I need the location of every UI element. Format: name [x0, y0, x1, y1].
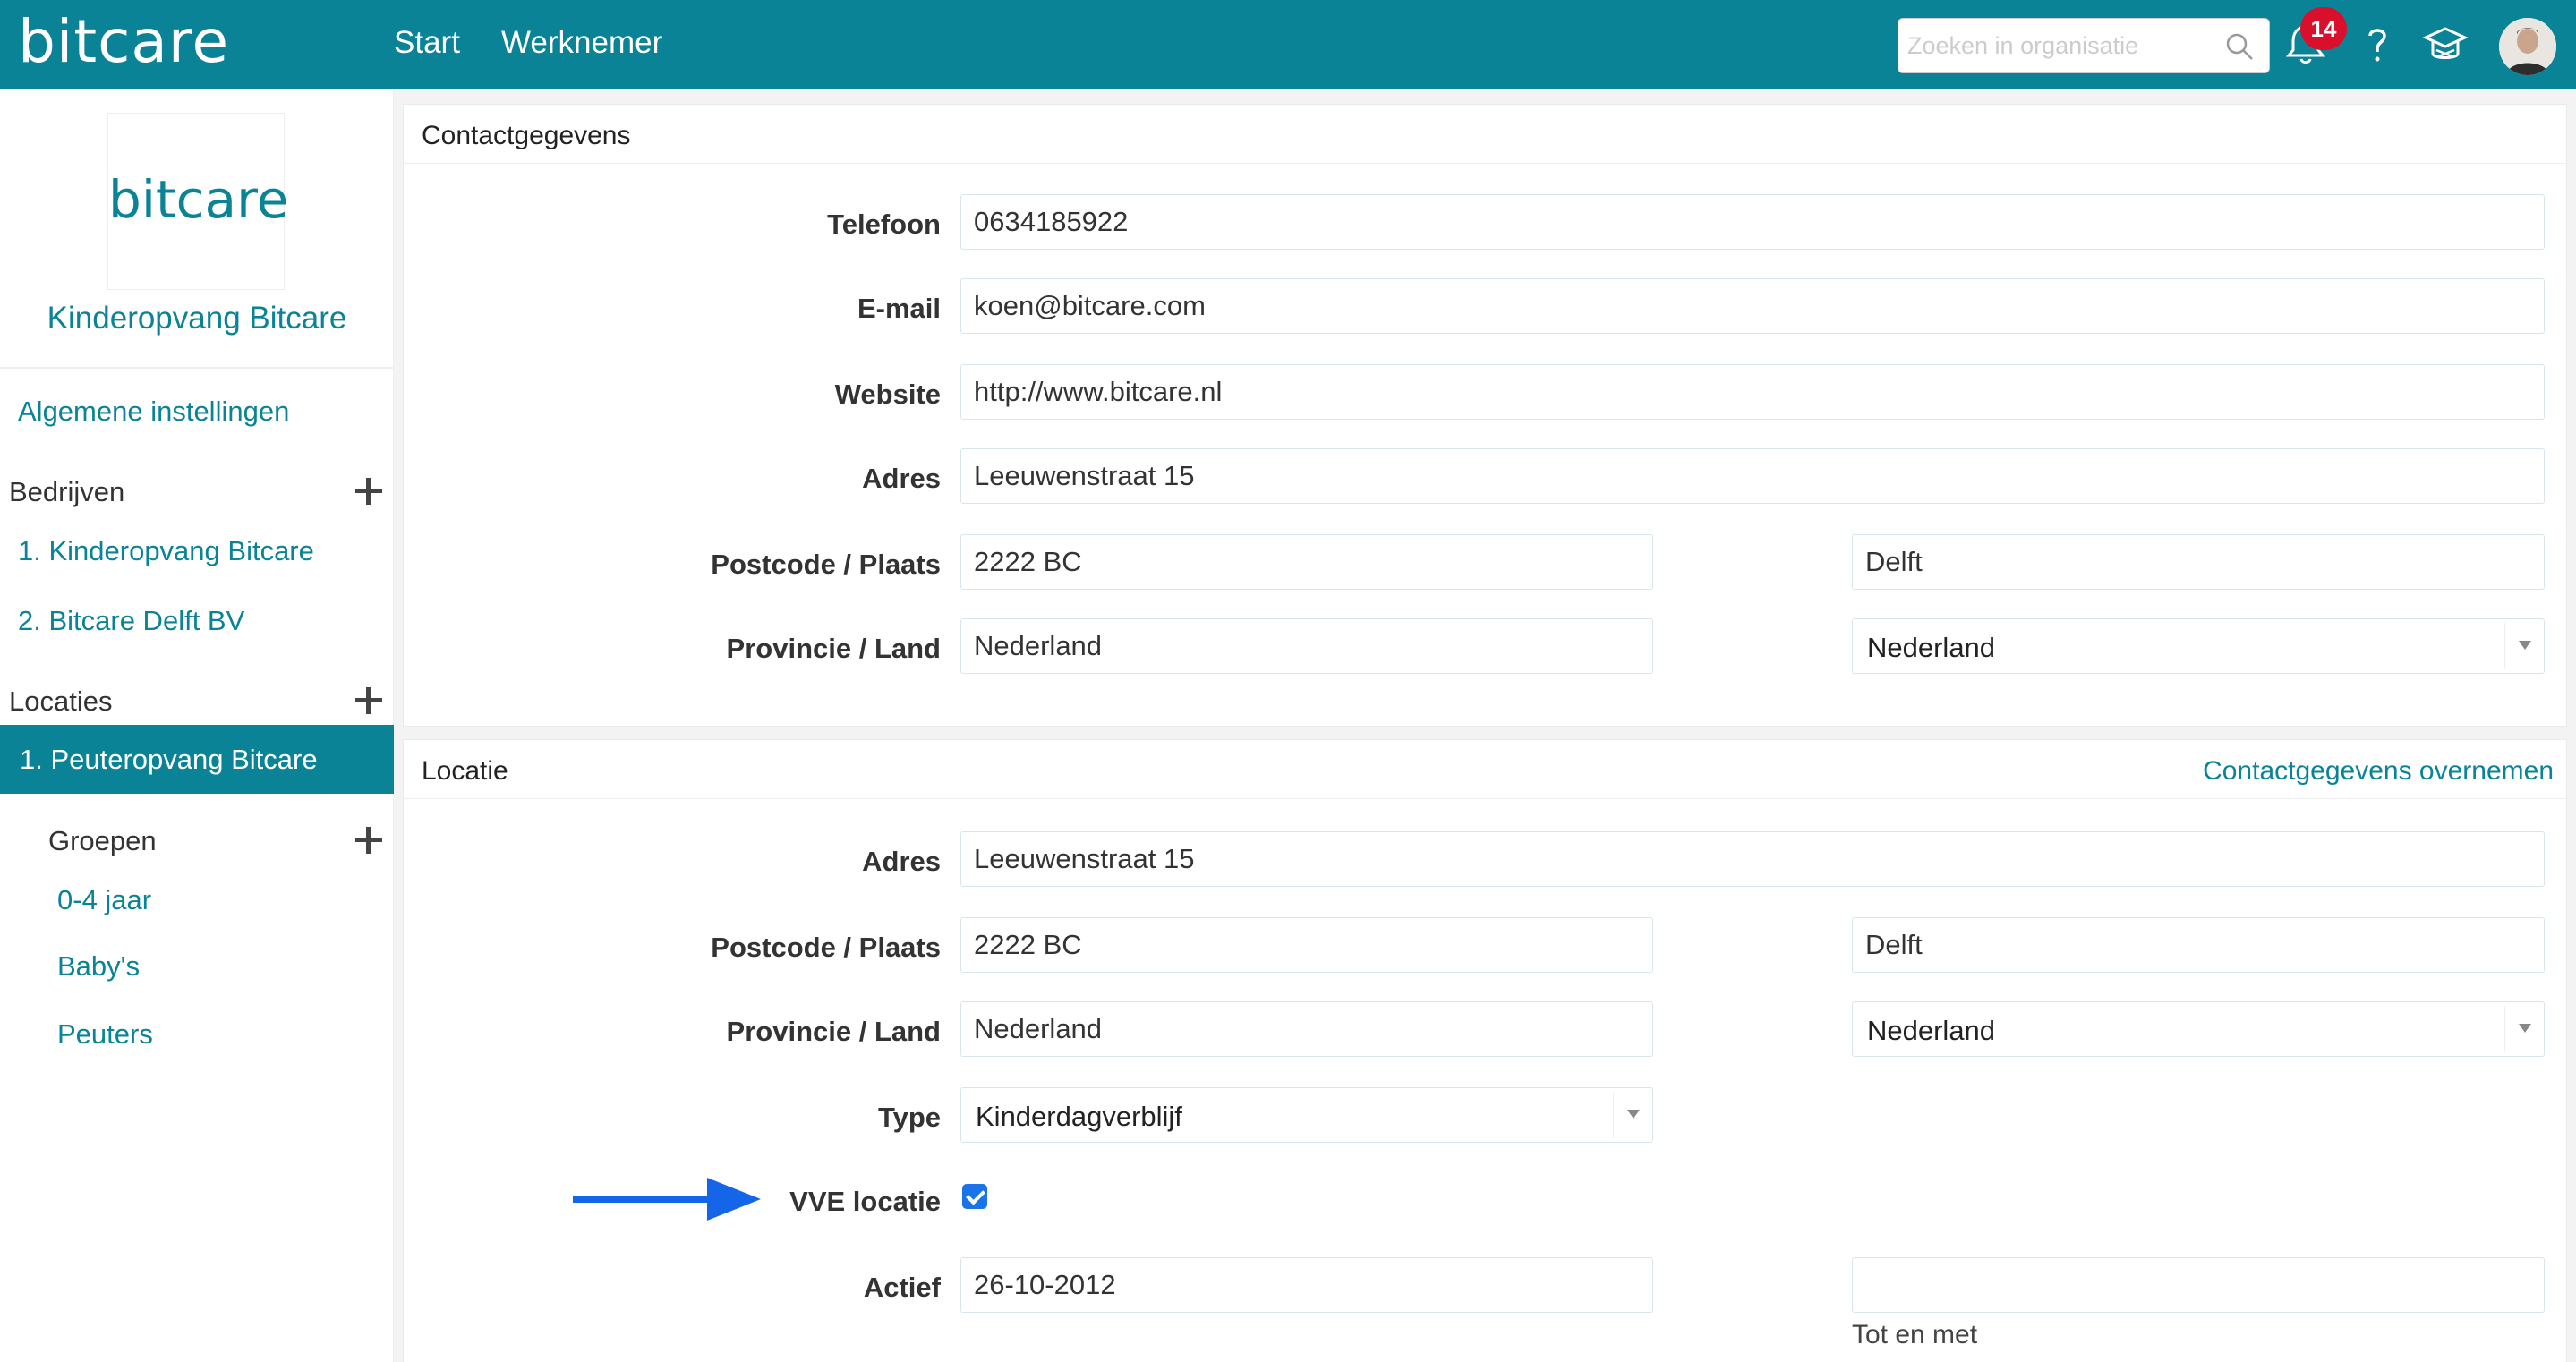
active-label: Actief — [863, 1272, 941, 1303]
phone-field — [960, 194, 2545, 250]
contact-panel-header: Contactgegevens — [404, 105, 2566, 164]
avatar-image — [2499, 18, 2556, 75]
active-to-field — [1852, 1257, 2545, 1313]
location-postcode-city-label: Postcode / Plaats — [711, 932, 941, 963]
website-input[interactable] — [974, 372, 2531, 412]
active-to-input[interactable] — [1865, 1265, 2531, 1305]
location-city-field — [1852, 917, 2545, 973]
website-label: Website — [834, 379, 941, 410]
province-field — [960, 618, 1653, 674]
location-panel-header: Locatie Contactgegevens overnemen — [404, 740, 2566, 799]
address-field — [960, 448, 2545, 504]
add-location-plus-icon[interactable] — [355, 687, 382, 714]
location-province-field — [960, 1001, 1653, 1057]
city-input[interactable] — [1865, 542, 2531, 582]
sidebar-group-1[interactable]: 0-4 jaar — [57, 884, 151, 916]
postcode-field — [960, 534, 1653, 590]
active-from-field — [960, 1257, 1653, 1313]
search-icon[interactable] — [2224, 31, 2255, 62]
sidebar-company-2[interactable]: 2. Bitcare Delft BV — [18, 605, 244, 637]
location-country-select[interactable]: Nederland — [1852, 1001, 2545, 1057]
user-avatar[interactable] — [2499, 18, 2556, 75]
copy-contact-details-link[interactable]: Contactgegevens overnemen — [2203, 756, 2554, 787]
address-input[interactable] — [974, 456, 2531, 496]
email-label: E-mail — [857, 293, 941, 324]
sidebar-general-settings[interactable]: Algemene instellingen — [18, 396, 289, 428]
nav-start[interactable]: Start — [394, 25, 460, 61]
email-input[interactable] — [974, 286, 2531, 326]
phone-label: Telefoon — [827, 209, 941, 240]
nav-werknemer[interactable]: Werknemer — [501, 25, 662, 61]
organization-name[interactable]: Kinderopvang Bitcare — [0, 301, 394, 336]
chevron-down-icon — [2504, 1006, 2544, 1052]
top-bar: bitcare Start Werknemer 14 — [0, 0, 2576, 89]
province-country-label: Provincie / Land — [726, 633, 941, 664]
country-select[interactable]: Nederland — [1852, 618, 2545, 674]
notification-badge[interactable]: 14 — [2300, 7, 2347, 50]
email-field — [960, 278, 2545, 334]
annotation-arrow-icon — [573, 1178, 761, 1221]
contact-panel: Contactgegevens Telefoon E-mail Website … — [403, 104, 2567, 727]
location-panel: Locatie Contactgegevens overnemen Adres … — [403, 739, 2567, 1362]
location-province-country-label: Provincie / Land — [726, 1016, 941, 1047]
sidebar-divider — [0, 367, 394, 369]
location-country-select-value: Nederland — [1867, 1015, 1996, 1046]
city-field — [1852, 534, 2545, 590]
active-from-input[interactable] — [974, 1265, 1640, 1305]
help-icon[interactable] — [2352, 20, 2402, 70]
graduation-cap-icon[interactable] — [2420, 20, 2470, 70]
province-input[interactable] — [974, 626, 1640, 666]
groups-heading: Groepen — [48, 825, 157, 856]
organization-logo: bitcare — [107, 113, 289, 290]
type-label: Type — [877, 1102, 941, 1133]
until-helper-text: Tot en met — [1852, 1320, 1978, 1349]
main-content: Contactgegevens Telefoon E-mail Website … — [394, 89, 2576, 1362]
type-select-value: Kinderdagverblijf — [976, 1101, 1182, 1132]
add-company-plus-icon[interactable] — [355, 478, 382, 505]
postcode-input[interactable] — [974, 542, 1640, 582]
address-label: Adres — [862, 463, 941, 494]
chevron-down-icon — [1613, 1092, 1652, 1138]
website-field — [960, 364, 2545, 420]
add-group-plus-icon[interactable] — [355, 827, 382, 854]
postcode-city-label: Postcode / Plaats — [711, 549, 941, 580]
contact-panel-title: Contactgegevens — [422, 121, 631, 150]
organization-logo-text: bitcare — [108, 169, 289, 230]
location-province-input[interactable] — [974, 1009, 1640, 1049]
vve-checkbox[interactable] — [962, 1184, 987, 1209]
location-address-field — [960, 831, 2545, 887]
sidebar-group-3[interactable]: Peuters — [57, 1018, 153, 1051]
phone-input[interactable] — [974, 202, 2531, 242]
location-address-label: Adres — [862, 846, 941, 877]
sidebar-company-1[interactable]: 1. Kinderopvang Bitcare — [18, 535, 314, 567]
search-box — [1898, 18, 2270, 73]
location-postcode-input[interactable] — [974, 925, 1640, 965]
location-postcode-field — [960, 917, 1653, 973]
search-input[interactable] — [1907, 26, 2212, 65]
location-panel-title: Locatie — [422, 756, 508, 786]
sidebar: bitcare Kinderopvang Bitcare Algemene in… — [0, 89, 394, 1362]
location-city-input[interactable] — [1865, 925, 2531, 965]
location-address-input[interactable] — [974, 839, 2531, 879]
type-select[interactable]: Kinderdagverblijf — [960, 1087, 1653, 1143]
country-select-value: Nederland — [1867, 632, 1996, 663]
sidebar-group-2[interactable]: Baby's — [57, 950, 140, 983]
sidebar-location-active[interactable]: 1. Peuteropvang Bitcare — [0, 725, 394, 794]
app-logo[interactable]: bitcare — [18, 7, 229, 76]
chevron-down-icon — [2504, 623, 2544, 669]
locations-heading: Locaties — [9, 685, 113, 717]
companies-heading: Bedrijven — [9, 476, 125, 507]
